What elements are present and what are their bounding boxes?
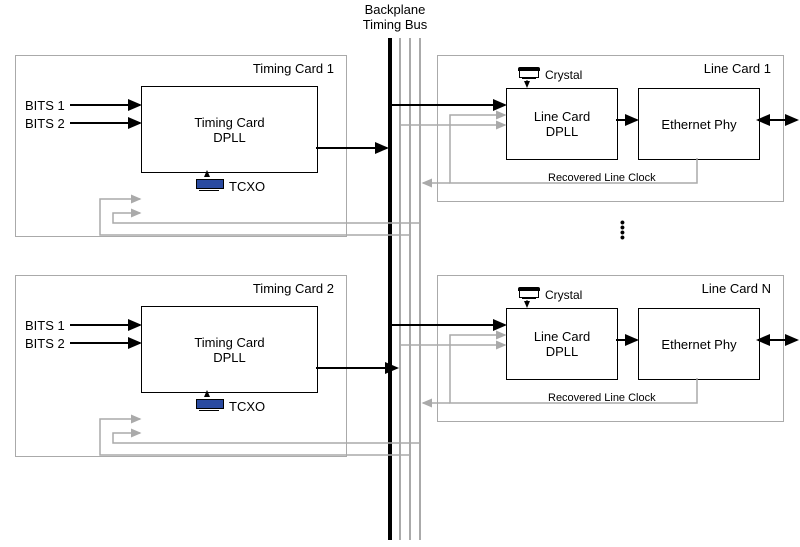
connectors: [0, 0, 800, 547]
